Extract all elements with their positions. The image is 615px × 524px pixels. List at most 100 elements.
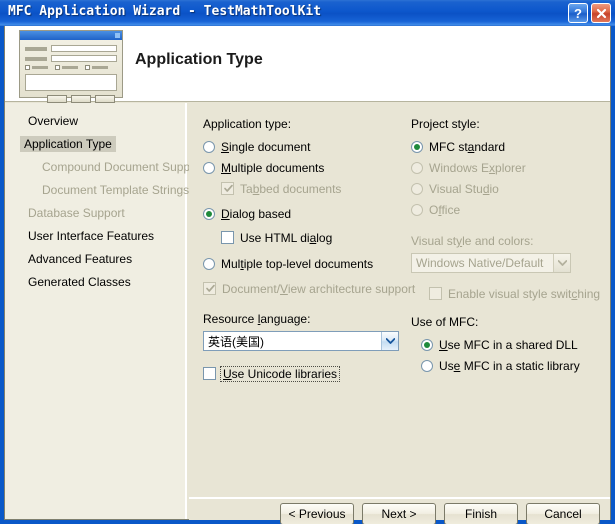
radio-use-mfc-static-library[interactable]: Use MFC in a static library xyxy=(411,355,606,376)
radio-mfc-standard[interactable]: MFC standard xyxy=(411,136,606,157)
visual-style-combo: Windows Native/Default xyxy=(411,253,571,273)
checkbox-use-unicode-libraries-label: Use Unicode libraries xyxy=(220,365,341,382)
preview-field-label xyxy=(25,56,47,61)
sidebar-item-compound-document-support: Compound Document Support xyxy=(42,160,205,174)
preview-checkbox-label xyxy=(32,66,48,69)
preview-text-input xyxy=(51,45,117,52)
radio-icon xyxy=(203,257,215,270)
previous-button[interactable]: < Previous xyxy=(280,503,354,524)
radio-single-document[interactable]: Single document xyxy=(203,136,408,157)
preview-checkbox xyxy=(25,65,48,70)
radio-icon xyxy=(411,161,423,174)
help-button[interactable]: ? xyxy=(568,3,588,23)
radio-dialog-based[interactable]: Dialog based xyxy=(203,203,408,224)
preview-field-row xyxy=(25,45,117,52)
radio-use-mfc-shared-dll-label: Use MFC in a shared DLL xyxy=(439,337,578,352)
radio-multiple-documents[interactable]: Multiple documents xyxy=(203,157,408,178)
chevron-down-icon[interactable] xyxy=(381,332,398,350)
title-bar: MFC Application Wizard - TestMathToolKit… xyxy=(0,0,615,26)
preview-checkbox-label xyxy=(62,66,78,69)
checkbox-use-unicode-libraries[interactable]: Use Unicode libraries xyxy=(203,363,408,384)
checkbox-icon xyxy=(203,282,216,295)
preview-titlebar xyxy=(20,31,122,40)
window-title: MFC Application Wizard - TestMathToolKit xyxy=(8,4,322,19)
preview-close-icon xyxy=(115,33,120,38)
radio-windows-explorer: Windows Explorer xyxy=(411,157,606,178)
preview-button xyxy=(95,95,115,103)
radio-mfc-standard-label: MFC standard xyxy=(429,139,506,154)
visual-style-value: Windows Native/Default xyxy=(416,256,544,270)
checkbox-icon xyxy=(221,182,234,195)
wizard-content: Application type: Single document Multip… xyxy=(189,103,610,496)
radio-multiple-top-level-documents-label: Multiple top-level documents xyxy=(221,256,374,271)
sidebar-item-generated-classes[interactable]: Generated Classes xyxy=(24,274,135,290)
radio-use-mfc-static-library-label: Use MFC in a static library xyxy=(439,358,580,373)
header-band: Application Type xyxy=(5,26,610,103)
preview-field-label xyxy=(25,46,47,51)
radio-single-document-label: Single document xyxy=(221,139,311,154)
preview-field-row xyxy=(25,55,117,62)
resource-language-combo[interactable]: 英语(美国) xyxy=(203,331,399,351)
cancel-button[interactable]: Cancel xyxy=(526,503,600,524)
sidebar-item-document-template-strings: Document Template Strings xyxy=(42,183,190,197)
radio-windows-explorer-label: Windows Explorer xyxy=(429,160,526,175)
sidebar-item-user-interface-features[interactable]: User Interface Features xyxy=(24,228,158,244)
radio-icon xyxy=(203,140,215,153)
use-of-mfc-group-label: Use of MFC: xyxy=(411,315,479,329)
radio-office-label: Office xyxy=(429,202,461,217)
radio-icon xyxy=(411,182,423,195)
checkbox-icon xyxy=(221,231,234,244)
checkbox-use-html-dialog[interactable]: Use HTML dialog xyxy=(203,227,408,248)
radio-office: Office xyxy=(411,199,606,220)
checkbox-use-html-dialog-label: Use HTML dialog xyxy=(240,230,333,245)
checkbox-icon xyxy=(429,287,442,300)
radio-icon xyxy=(411,140,423,153)
dialog-preview-thumbnail xyxy=(19,30,123,103)
finish-button[interactable]: Finish xyxy=(444,503,518,524)
preview-checkbox-label xyxy=(92,66,108,69)
page-title: Application Type xyxy=(135,51,263,68)
checkbox-tabbed-documents: Tabbed documents xyxy=(203,178,408,199)
radio-visual-studio-label: Visual Studio xyxy=(429,181,499,196)
preview-checkbox-row xyxy=(25,65,117,70)
checkmark-icon xyxy=(224,184,233,192)
radio-icon xyxy=(203,161,215,174)
radio-multiple-top-level-documents[interactable]: Multiple top-level documents xyxy=(203,253,408,274)
sidebar-item-application-type[interactable]: Application Type xyxy=(20,136,116,152)
chevron-down-icon xyxy=(553,254,570,272)
question-mark-icon: ? xyxy=(574,5,582,21)
radio-icon xyxy=(203,207,215,220)
preview-body xyxy=(20,40,122,103)
mfc-application-wizard-window: MFC Application Wizard - TestMathToolKit… xyxy=(0,0,615,524)
preview-list-box xyxy=(25,74,117,91)
resource-language-label: Resource language: xyxy=(203,312,311,326)
project-style-column: Project style: MFC standard Windows Expl… xyxy=(411,103,606,376)
preview-button-row xyxy=(25,95,117,103)
radio-visual-studio: Visual Studio xyxy=(411,178,606,199)
preview-checkbox xyxy=(85,65,108,70)
sidebar-item-advanced-features[interactable]: Advanced Features xyxy=(24,251,136,267)
footer-buttons: < Previous Next > Finish Cancel xyxy=(280,503,600,524)
close-icon xyxy=(596,8,606,18)
visual-style-label: Visual style and colors: xyxy=(411,234,534,248)
next-button[interactable]: Next > xyxy=(362,503,436,524)
radio-icon xyxy=(421,359,433,372)
preview-text-input xyxy=(51,55,117,62)
preview-checkbox-box xyxy=(25,65,30,70)
project-style-group-label: Project style: xyxy=(411,117,480,131)
resource-language-value: 英语(美国) xyxy=(208,334,264,349)
radio-icon xyxy=(411,203,423,216)
preview-checkbox-box xyxy=(55,65,60,70)
radio-use-mfc-shared-dll[interactable]: Use MFC in a shared DLL xyxy=(411,334,606,355)
client-area: Application Type Overview Application Ty… xyxy=(4,26,611,524)
close-button[interactable] xyxy=(591,3,611,23)
wizard-footer: < Previous Next > Finish Cancel xyxy=(189,497,610,524)
radio-icon xyxy=(421,338,433,351)
wizard-sidebar: Overview Application Type Compound Docum… xyxy=(5,103,204,519)
sidebar-item-overview[interactable]: Overview xyxy=(24,113,82,129)
title-bar-buttons: ? xyxy=(568,3,611,23)
application-type-group-label: Application type: xyxy=(203,117,292,131)
preview-button xyxy=(47,95,67,103)
sidebar-item-database-support: Database Support xyxy=(28,206,125,220)
checkbox-document-view-architecture-support-label: Document/View architecture support xyxy=(222,281,416,296)
